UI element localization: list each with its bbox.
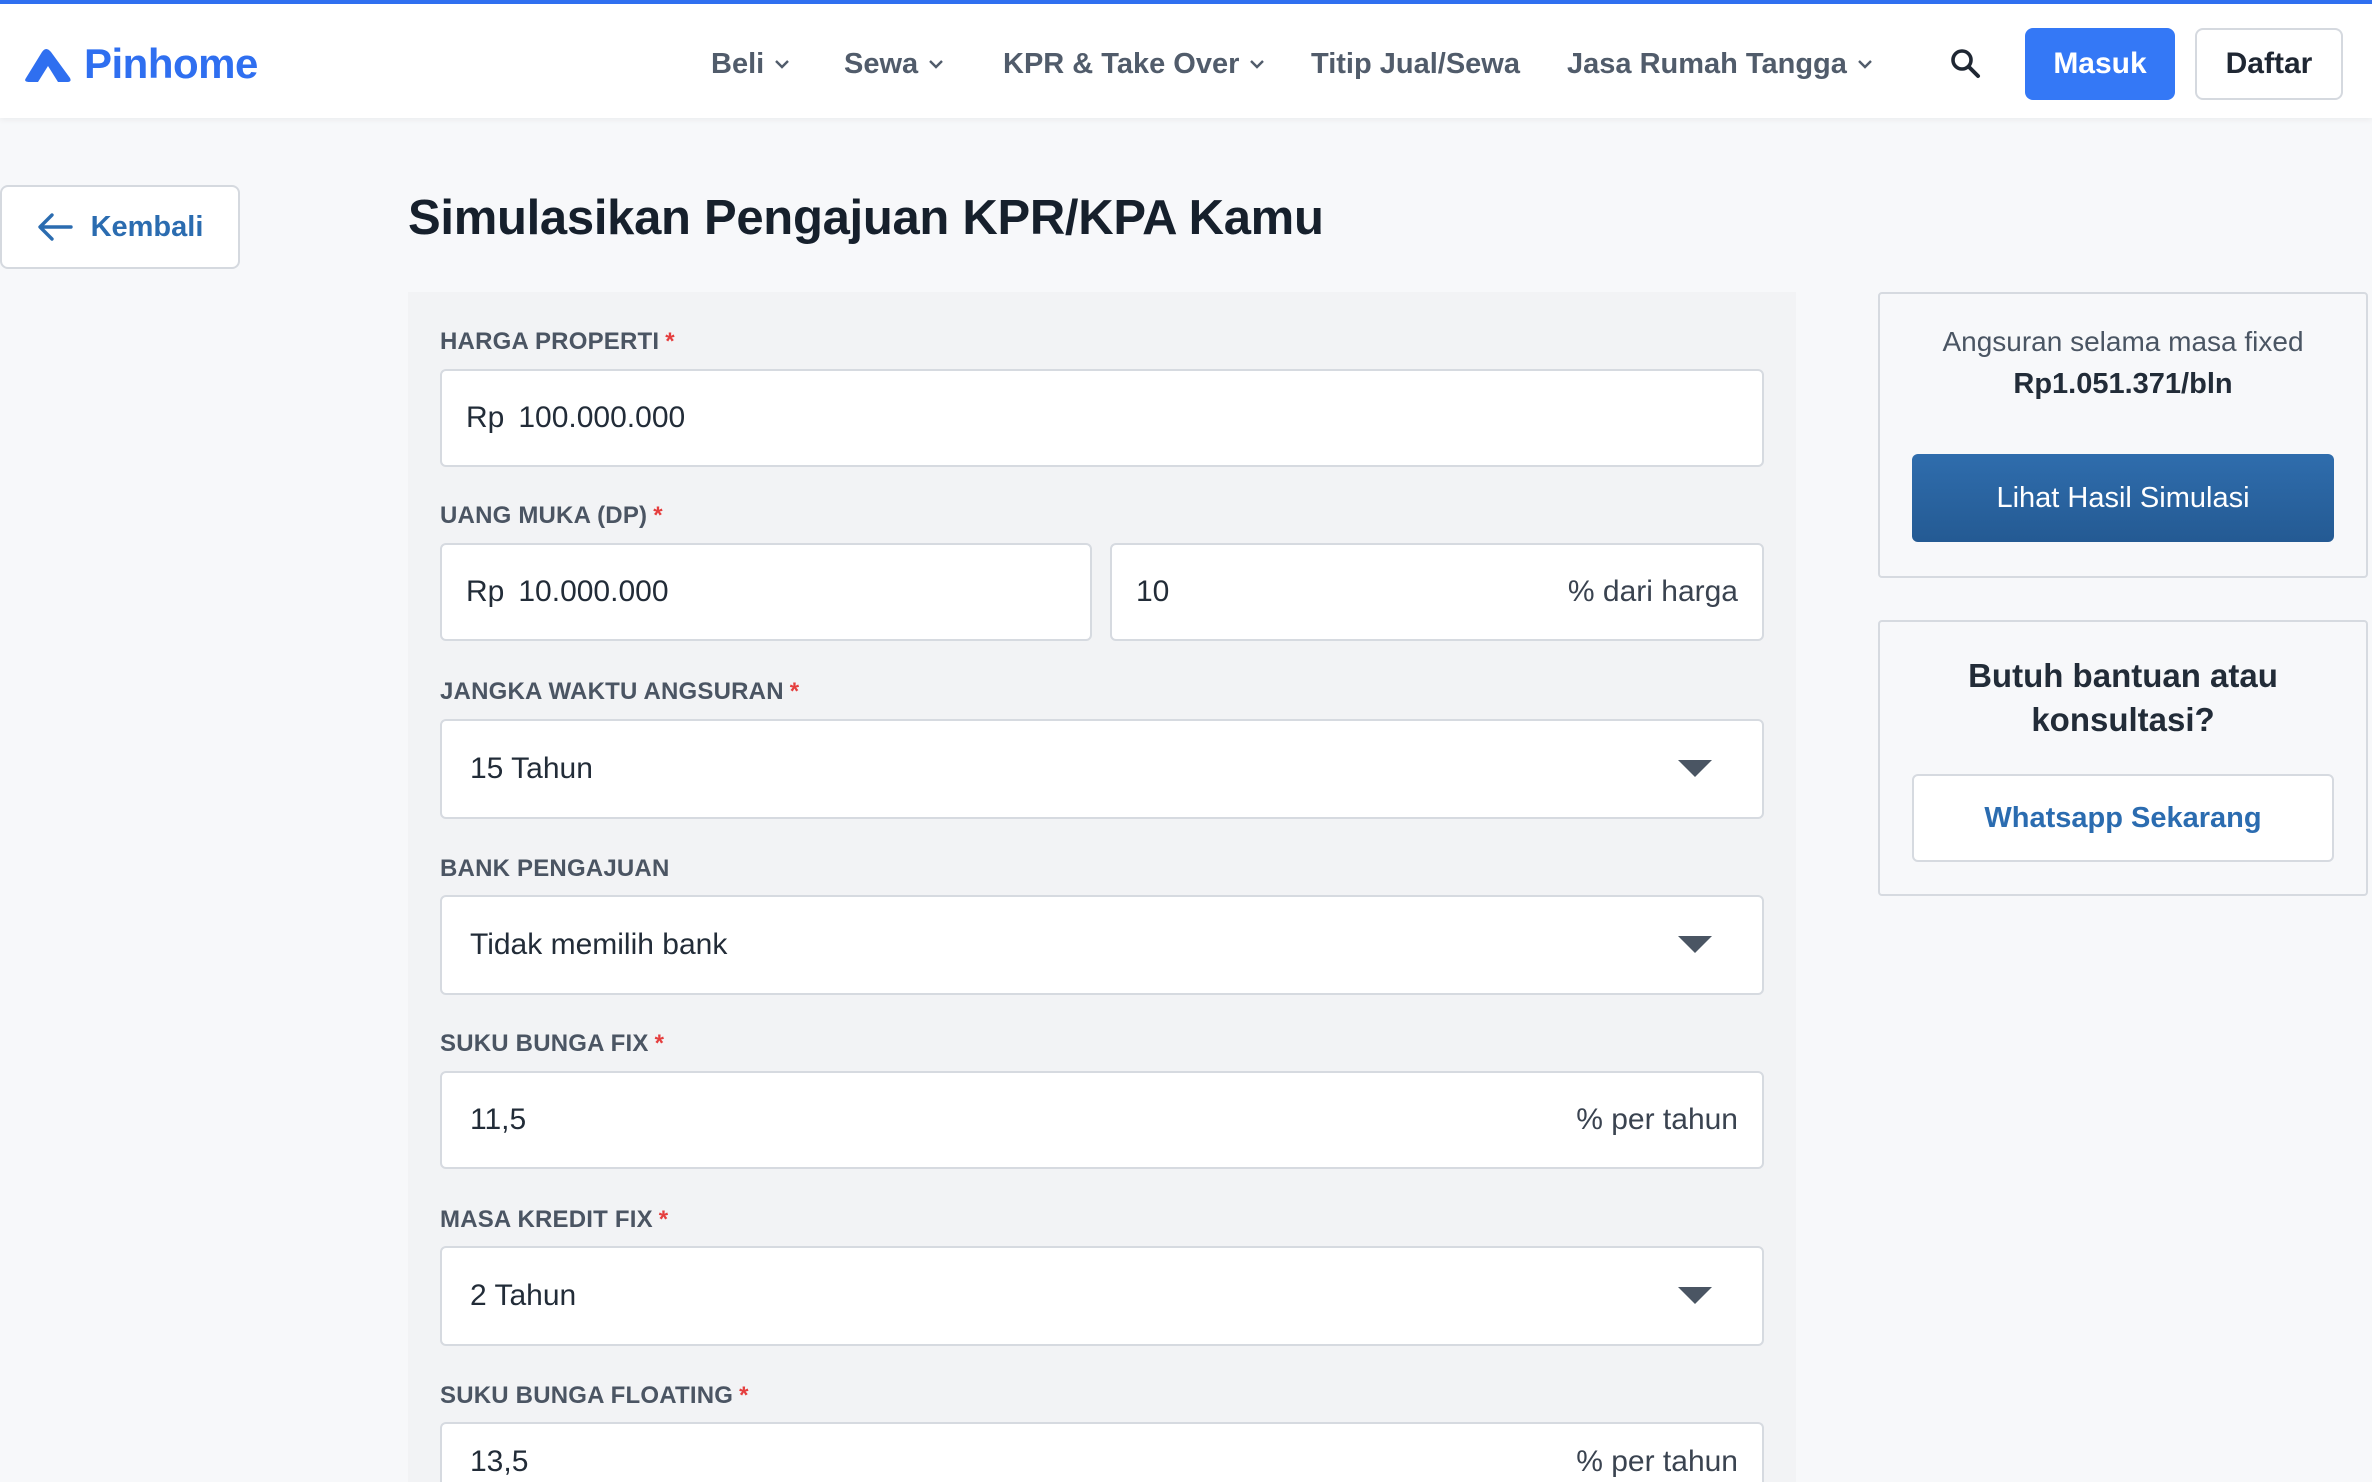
chevron-down-icon <box>1250 60 1265 69</box>
nav-item-label: Jasa Rumah Tangga <box>1567 47 1847 80</box>
label-text: JANGKA WAKTU ANGSURAN <box>440 678 784 705</box>
label-text: BANK PENGAJUAN <box>440 855 670 882</box>
uang-muka-amount-input[interactable]: Rp 10.000.000 <box>440 543 1092 641</box>
chevron-down-icon <box>775 60 790 69</box>
login-button[interactable]: Masuk <box>2025 28 2175 100</box>
help-title-line: konsultasi? <box>2031 701 2215 738</box>
nav-item-label: Beli <box>711 47 765 80</box>
input-value: 13,5 <box>470 1445 529 1478</box>
top-navbar: Pinhome Beli Sewa KPR & Take Over Titip … <box>0 0 2372 118</box>
input-value: 10.000.000 <box>518 575 669 608</box>
jangka-waktu-select[interactable]: 15 Tahun <box>440 719 1764 819</box>
suku-bunga-fix-input[interactable]: 11,5 % per tahun <box>440 1071 1764 1169</box>
label-text: SUKU BUNGA FLOATING <box>440 1382 734 1409</box>
view-simulation-result-button[interactable]: Lihat Hasil Simulasi <box>1912 454 2334 542</box>
pinhome-logo-icon <box>25 49 71 82</box>
arrow-left-icon <box>37 213 73 241</box>
help-title-line: Butuh bantuan atau <box>1968 657 2278 694</box>
nav-item-beli[interactable]: Beli <box>711 38 790 90</box>
back-button-label: Kembali <box>90 210 204 243</box>
nav-item-jasa-rumah-tangga[interactable]: Jasa Rumah Tangga <box>1567 38 1873 90</box>
monthly-installment-value: Rp1.051.371/bln <box>2013 368 2233 400</box>
masa-kredit-fix-select[interactable]: 2 Tahun <box>440 1246 1764 1346</box>
jangka-waktu-label: JANGKA WAKTU ANGSURAN * <box>440 678 799 706</box>
brand-logo[interactable]: Pinhome <box>22 34 258 94</box>
result-card: Angsuran selama masa fixed Rp1.051.371/b… <box>1878 292 2368 578</box>
currency-prefix: Rp <box>466 401 505 434</box>
unit-suffix: % per tahun <box>1576 1445 1738 1478</box>
dropdown-arrow-icon <box>1678 936 1712 953</box>
required-marker: * <box>789 678 800 705</box>
page-title: Simulasikan Pengajuan KPR/KPA Kamu <box>408 191 1324 245</box>
input-value: 11,5 <box>470 1103 527 1136</box>
help-card: Butuh bantuan atau konsultasi? Whatsapp … <box>1878 620 2368 896</box>
required-marker: * <box>658 1206 669 1233</box>
percent-suffix: % dari harga <box>1567 575 1738 608</box>
nav-item-label: Titip Jual/Sewa <box>1311 47 1520 80</box>
required-marker: * <box>654 1030 665 1057</box>
masa-kredit-fix-label: MASA KREDIT FIX * <box>440 1206 668 1234</box>
back-button[interactable]: Kembali <box>0 185 240 269</box>
brand-name: Pinhome <box>84 40 258 87</box>
harga-properti-input[interactable]: Rp 100.000.000 <box>440 369 1764 467</box>
nav-item-kpr-take-over[interactable]: KPR & Take Over <box>1003 38 1265 90</box>
bank-pengajuan-label: BANK PENGAJUAN <box>440 855 670 883</box>
required-marker: * <box>653 502 663 529</box>
label-text: HARGA PROPERTI <box>440 328 660 355</box>
input-value: 10 <box>1136 575 1170 608</box>
select-value: 2 Tahun <box>470 1279 577 1312</box>
whatsapp-button[interactable]: Whatsapp Sekarang <box>1912 774 2334 862</box>
required-marker: * <box>739 1382 749 1409</box>
dropdown-arrow-icon <box>1678 760 1712 777</box>
label-text: MASA KREDIT FIX <box>440 1206 653 1233</box>
bank-pengajuan-select[interactable]: Tidak memilih bank <box>440 895 1764 995</box>
required-marker: * <box>665 328 675 355</box>
nav-item-titip-jual-sewa[interactable]: Titip Jual/Sewa <box>1311 38 1520 90</box>
select-value: 15 Tahun <box>470 752 593 785</box>
suku-bunga-floating-input[interactable]: 13,5 % per tahun <box>440 1422 1764 1482</box>
label-text: UANG MUKA (DP) <box>440 502 648 529</box>
nav-item-label: Sewa <box>844 47 919 80</box>
currency-prefix: Rp <box>466 575 505 608</box>
nav-item-label: KPR & Take Over <box>1003 47 1240 80</box>
help-title: Butuh bantuan atau konsultasi? <box>1880 654 2366 742</box>
input-value: 100.000.000 <box>518 401 686 434</box>
unit-suffix: % per tahun <box>1576 1103 1738 1136</box>
label-text: SUKU BUNGA FIX <box>440 1030 649 1057</box>
result-caption: Angsuran selama masa fixed <box>1942 326 2304 357</box>
search-icon[interactable] <box>1948 46 1982 80</box>
select-value: Tidak memilih bank <box>470 928 728 961</box>
suku-bunga-fix-label: SUKU BUNGA FIX * <box>440 1030 664 1058</box>
suku-bunga-floating-label: SUKU BUNGA FLOATING * <box>440 1382 749 1410</box>
nav-item-sewa[interactable]: Sewa <box>844 38 944 90</box>
register-button[interactable]: Daftar <box>2195 28 2343 100</box>
chevron-down-icon <box>1858 60 1872 69</box>
uang-muka-percent-input[interactable]: 10 % dari harga <box>1110 543 1764 641</box>
chevron-down-icon <box>929 60 944 69</box>
dropdown-arrow-icon <box>1678 1287 1712 1304</box>
uang-muka-label: UANG MUKA (DP) * <box>440 502 663 530</box>
harga-properti-label: HARGA PROPERTI * <box>440 328 675 356</box>
